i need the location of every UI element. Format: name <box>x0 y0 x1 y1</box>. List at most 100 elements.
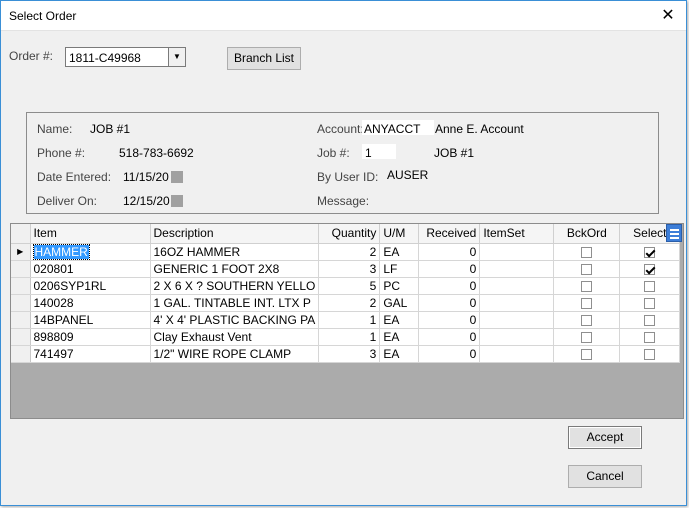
cell-bckord[interactable] <box>553 294 621 312</box>
cell-select[interactable] <box>619 328 681 346</box>
cell-itemset[interactable] <box>479 277 555 295</box>
cell-item[interactable]: HAMMER <box>30 243 151 261</box>
cell-received[interactable]: 0 <box>418 260 481 278</box>
column-header-item[interactable]: Item <box>30 224 151 244</box>
cell-received[interactable]: 0 <box>418 311 481 329</box>
accept-button[interactable]: Accept <box>568 426 642 449</box>
cell-received[interactable]: 0 <box>418 294 481 312</box>
cell-um[interactable]: EA <box>379 345 420 363</box>
cell-itemset[interactable] <box>479 260 555 278</box>
cell-quantity[interactable]: 2 <box>318 294 381 312</box>
cell-description[interactable]: 2 X 6 X ? SOUTHERN YELLO <box>150 277 320 295</box>
table-row[interactable]: 140028 1 GAL. TINTABLE INT. LTX P 2 GAL 0 <box>11 294 681 312</box>
cell-um[interactable]: EA <box>379 243 420 261</box>
row-header[interactable] <box>11 345 31 363</box>
cell-received[interactable]: 0 <box>418 277 481 295</box>
bckord-checkbox[interactable] <box>581 348 593 360</box>
cell-item[interactable]: 0206SYP1RL <box>30 277 151 295</box>
bckord-checkbox[interactable] <box>581 331 593 343</box>
order-items-grid[interactable]: Item Description Quantity U/M Received I… <box>10 223 684 419</box>
cell-description[interactable]: 1 GAL. TINTABLE INT. LTX P <box>150 294 320 312</box>
table-row[interactable]: 14BPANEL 4' X 4' PLASTIC BACKING PA 1 EA 0 <box>11 311 681 329</box>
cell-item[interactable]: 741497 <box>30 345 151 363</box>
grid-menu-icon[interactable] <box>666 224 682 242</box>
cell-bckord[interactable] <box>553 277 621 295</box>
cell-bckord[interactable] <box>553 328 621 346</box>
close-icon[interactable]: ✕ <box>658 6 678 26</box>
cell-um[interactable]: PC <box>379 277 420 295</box>
cell-quantity[interactable]: 1 <box>318 328 381 346</box>
row-header[interactable] <box>11 311 31 329</box>
cell-description[interactable]: 4' X 4' PLASTIC BACKING PA <box>150 311 320 329</box>
cell-um[interactable]: EA <box>379 328 420 346</box>
cell-description[interactable]: 16OZ HAMMER <box>150 243 320 261</box>
cell-bckord[interactable] <box>553 345 621 363</box>
table-row[interactable]: 020801 GENERIC 1 FOOT 2X8 3 LF 0 <box>11 260 681 278</box>
bckord-checkbox[interactable] <box>581 263 593 275</box>
cell-quantity[interactable]: 5 <box>318 277 381 295</box>
cell-description[interactable]: Clay Exhaust Vent <box>150 328 320 346</box>
cell-description[interactable]: GENERIC 1 FOOT 2X8 <box>150 260 320 278</box>
cell-bckord[interactable] <box>553 243 621 261</box>
row-header[interactable]: ▶ <box>11 243 31 261</box>
column-header-received[interactable]: Received <box>418 224 481 244</box>
column-header-quantity[interactable]: Quantity <box>318 224 381 244</box>
select-checkbox[interactable] <box>644 280 656 292</box>
cell-um[interactable]: GAL <box>379 294 420 312</box>
bckord-checkbox[interactable] <box>581 297 593 309</box>
column-header-um[interactable]: U/M <box>379 224 420 244</box>
cell-item[interactable]: 020801 <box>30 260 151 278</box>
cell-item[interactable]: 14BPANEL <box>30 311 151 329</box>
cell-um[interactable]: EA <box>379 311 420 329</box>
select-checkbox[interactable] <box>644 297 656 309</box>
cell-bckord[interactable] <box>553 260 621 278</box>
cell-um[interactable]: LF <box>379 260 420 278</box>
row-header[interactable] <box>11 260 31 278</box>
chevron-down-icon[interactable]: ▼ <box>168 48 185 66</box>
row-header[interactable] <box>11 328 31 346</box>
cell-itemset[interactable] <box>479 294 555 312</box>
select-checkbox[interactable] <box>644 263 656 275</box>
cell-select[interactable] <box>619 243 681 261</box>
column-header-itemset[interactable]: ItemSet <box>479 224 555 244</box>
cell-itemset[interactable] <box>479 345 555 363</box>
cell-quantity[interactable]: 3 <box>318 345 381 363</box>
cell-bckord[interactable] <box>553 311 621 329</box>
cell-description[interactable]: 1/2" WIRE ROPE CLAMP <box>150 345 320 363</box>
cell-quantity[interactable]: 1 <box>318 311 381 329</box>
cancel-button[interactable]: Cancel <box>568 465 642 488</box>
cell-select[interactable] <box>619 260 681 278</box>
cell-itemset[interactable] <box>479 328 555 346</box>
cell-select[interactable] <box>619 311 681 329</box>
table-row[interactable]: 741497 1/2" WIRE ROPE CLAMP 3 EA 0 <box>11 345 681 363</box>
cell-received[interactable]: 0 <box>418 345 481 363</box>
select-checkbox[interactable] <box>644 314 656 326</box>
table-row[interactable]: 0206SYP1RL 2 X 6 X ? SOUTHERN YELLO 5 PC 0 <box>11 277 681 295</box>
order-select[interactable]: 1811-C49968 ▼ <box>65 47 186 67</box>
table-row[interactable]: ▶ HAMMER 16OZ HAMMER 2 EA 0 <box>11 243 681 261</box>
bckord-checkbox[interactable] <box>581 314 593 326</box>
cell-quantity[interactable]: 3 <box>318 260 381 278</box>
bckord-checkbox[interactable] <box>581 280 593 292</box>
row-header[interactable] <box>11 294 31 312</box>
row-header[interactable] <box>11 277 31 295</box>
bckord-checkbox[interactable] <box>581 246 593 258</box>
cell-item[interactable]: 898809 <box>30 328 151 346</box>
cell-quantity[interactable]: 2 <box>318 243 381 261</box>
cell-select[interactable] <box>619 277 681 295</box>
cell-received[interactable]: 0 <box>418 328 481 346</box>
select-checkbox[interactable] <box>644 331 656 343</box>
cell-received[interactable]: 0 <box>418 243 481 261</box>
cell-select[interactable] <box>619 294 681 312</box>
column-header-description[interactable]: Description <box>150 224 320 244</box>
select-checkbox[interactable] <box>644 246 656 258</box>
table-row[interactable]: 898809 Clay Exhaust Vent 1 EA 0 <box>11 328 681 346</box>
branch-list-button[interactable]: Branch List <box>227 47 301 70</box>
column-header-bckord[interactable]: BckOrd <box>553 224 621 244</box>
cell-select[interactable] <box>619 345 681 363</box>
select-checkbox[interactable] <box>644 348 656 360</box>
cell-itemset[interactable] <box>479 311 555 329</box>
cell-itemset[interactable] <box>479 243 555 261</box>
cell-item[interactable]: 140028 <box>30 294 151 312</box>
title-bar[interactable]: Select Order ✕ <box>1 1 686 31</box>
